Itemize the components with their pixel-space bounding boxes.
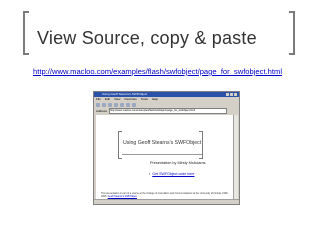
back-icon[interactable] bbox=[96, 103, 100, 107]
page-byline: Presentation by Mindy McAdams bbox=[150, 161, 206, 165]
search-icon[interactable] bbox=[126, 103, 130, 107]
browser-statusbar bbox=[94, 199, 239, 204]
page-title: Using Geoff Stearns's SWFObject bbox=[123, 140, 202, 146]
menu-edit[interactable]: Edit bbox=[105, 97, 110, 102]
swfobject-code-link[interactable]: Get SWFObject code here bbox=[152, 172, 194, 176]
browser-titlebar: Using Geoff Stearns's SWFObject bbox=[94, 92, 239, 97]
browser-screenshot: Using Geoff Stearns's SWFObject File Edi… bbox=[93, 91, 240, 205]
right-bracket-decoration bbox=[289, 11, 295, 55]
maximize-icon[interactable] bbox=[230, 93, 233, 96]
slide: View Source, copy & paste http://www.mac… bbox=[0, 0, 320, 240]
source-url-link[interactable]: http://www.macloo.com/examples/flash/swf… bbox=[33, 67, 317, 76]
page-left-bracket bbox=[118, 131, 122, 159]
menu-file[interactable]: File bbox=[96, 97, 101, 102]
address-input[interactable]: http://www.macloo.com/examples/flash/swf… bbox=[109, 108, 227, 114]
left-bracket-decoration bbox=[23, 11, 29, 55]
page-link-row: ▪ Get SWFObject code here bbox=[149, 172, 194, 176]
menu-help[interactable]: Help bbox=[152, 97, 158, 102]
footer-link[interactable]: Geoff Stearns's SWFObject bbox=[108, 195, 137, 198]
home-icon[interactable] bbox=[120, 103, 124, 107]
menu-tools[interactable]: Tools bbox=[141, 97, 148, 102]
address-bar: Address http://www.macloo.com/examples/f… bbox=[94, 108, 239, 114]
address-label: Address bbox=[96, 109, 108, 113]
stop-icon[interactable] bbox=[108, 103, 112, 107]
menu-view[interactable]: View bbox=[114, 97, 120, 102]
page-footer: This presentation is part of a course at… bbox=[101, 192, 231, 198]
forward-icon[interactable] bbox=[102, 103, 106, 107]
window-controls bbox=[226, 93, 237, 96]
page-divider bbox=[122, 154, 202, 155]
minimize-icon[interactable] bbox=[226, 93, 229, 96]
browser-viewport: Using Geoff Stearns's SWFObject Presenta… bbox=[96, 115, 233, 200]
refresh-icon[interactable] bbox=[114, 103, 118, 107]
bullet-icon: ▪ bbox=[149, 172, 151, 176]
close-icon[interactable] bbox=[234, 93, 237, 96]
browser-window-title: Using Geoff Stearns's SWFObject bbox=[102, 92, 148, 96]
slide-title: View Source, copy & paste bbox=[37, 28, 257, 48]
favorites-icon[interactable] bbox=[132, 103, 136, 107]
menu-favorites[interactable]: Favorites bbox=[124, 97, 136, 102]
vertical-scrollbar[interactable] bbox=[233, 115, 238, 200]
